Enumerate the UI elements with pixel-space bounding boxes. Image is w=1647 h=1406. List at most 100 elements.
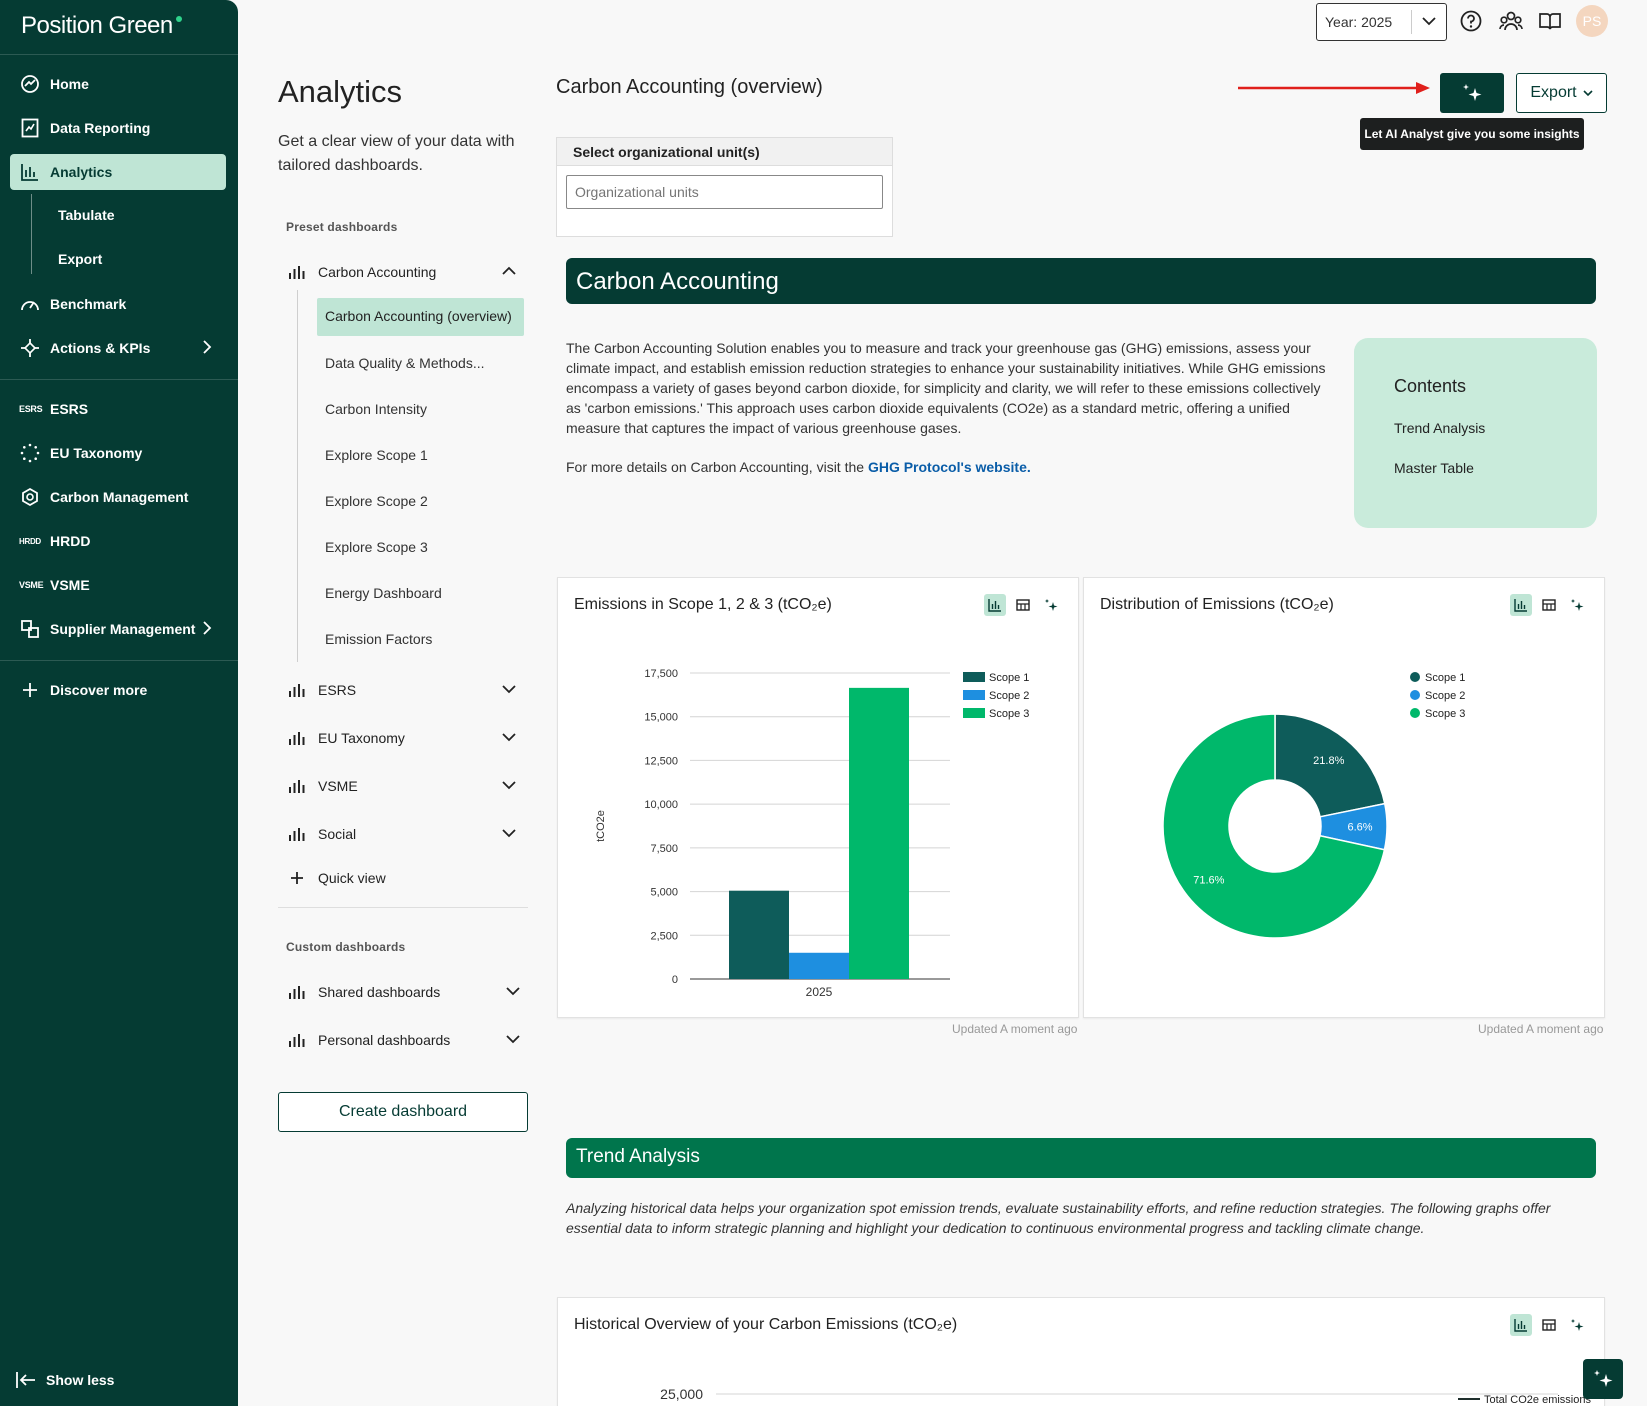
- bar-chart-icon: [289, 1034, 305, 1047]
- nav-esrs[interactable]: ESRS ESRS: [10, 391, 226, 427]
- chevron-right-icon: [202, 339, 212, 358]
- group-shared-dashboards[interactable]: Shared dashboards: [288, 980, 524, 1004]
- nav-label: VSME: [50, 577, 90, 593]
- line-chart: 25,000 Total CO2e emissions: [660, 1386, 1591, 1406]
- year-select[interactable]: Year: 2025: [1316, 3, 1447, 41]
- legend-swatch: [963, 708, 985, 718]
- chevron-up-icon: [502, 264, 516, 281]
- help-icon[interactable]: [1458, 8, 1484, 34]
- contents-link-master-table[interactable]: Master Table: [1394, 460, 1474, 476]
- ai-fab-button[interactable]: [1583, 1359, 1623, 1399]
- ai-analyst-button[interactable]: [1440, 73, 1504, 113]
- legend-swatch: [1410, 708, 1420, 718]
- nav-hrdd[interactable]: HRDD HRDD: [10, 523, 226, 559]
- group-vsme[interactable]: VSME: [288, 774, 520, 798]
- logo-text: Position Green: [21, 12, 173, 39]
- export-button[interactable]: Export: [1516, 73, 1607, 113]
- bar-chart-icon: [289, 684, 305, 697]
- dashboard-item[interactable]: Data Quality & Methods...: [325, 355, 485, 371]
- y-tick-label: 2,500: [650, 930, 678, 942]
- sparkle-icon: [1594, 1370, 1613, 1387]
- dashboard-item[interactable]: Explore Scope 2: [325, 493, 428, 509]
- section-description: The Carbon Accounting Solution enables y…: [566, 340, 1326, 436]
- ghg-protocol-link[interactable]: GHG Protocol's website.: [868, 459, 1031, 475]
- nav-benchmark[interactable]: Benchmark: [10, 286, 226, 322]
- nav-discover-more[interactable]: Discover more: [10, 672, 226, 708]
- y-tick-label: 5,000: [650, 887, 678, 899]
- dashboard-item[interactable]: Explore Scope 1: [325, 447, 428, 463]
- nav-label: Show less: [46, 1372, 115, 1388]
- chevron-down-icon: [506, 1032, 520, 1049]
- nav-label: Analytics: [50, 164, 113, 180]
- create-dashboard-button[interactable]: Create dashboard: [278, 1092, 528, 1132]
- nav-label: Supplier Management: [50, 621, 196, 637]
- bar-scope-1: [729, 890, 789, 979]
- nav-carbon-management[interactable]: Carbon Management: [10, 479, 226, 515]
- analytics-icon: [19, 161, 41, 183]
- nav-label: Benchmark: [50, 296, 127, 312]
- nav-eu-taxonomy[interactable]: EU Taxonomy: [10, 435, 226, 471]
- group-label: ESRS: [318, 682, 357, 698]
- dashboard-item[interactable]: Energy Dashboard: [325, 585, 442, 601]
- chevron-down-icon: [1421, 13, 1437, 32]
- nav-vsme[interactable]: VSME VSME: [10, 567, 226, 603]
- page-description: Get a clear view of your data with tailo…: [278, 133, 515, 174]
- bar-scope-2: [789, 952, 849, 979]
- group-personal-dashboards[interactable]: Personal dashboards: [288, 1028, 524, 1052]
- group-esrs[interactable]: ESRS: [288, 678, 520, 702]
- contents-link-trend-analysis[interactable]: Trend Analysis: [1394, 420, 1485, 436]
- bar-chart-icon: [289, 732, 305, 745]
- logo-dot: [175, 16, 182, 22]
- eu-stars-icon: [19, 442, 41, 464]
- y-tick-label: 15,000: [644, 712, 678, 724]
- nav-supplier-management[interactable]: Supplier Management: [10, 611, 226, 647]
- dashboard-item[interactable]: Explore Scope 3: [325, 539, 428, 555]
- bar-chart-icon: [289, 780, 305, 793]
- nav-home[interactable]: Home: [10, 66, 226, 102]
- legend-label: Scope 3: [1425, 708, 1465, 720]
- emissions-scope-card: Emissions in Scope 1, 2 & 3 (tCO₂e) 0 2,5…: [557, 577, 1079, 1018]
- community-icon[interactable]: [1498, 8, 1524, 34]
- org-unit-selector: Select organizational unit(s): [556, 137, 893, 237]
- plus-icon: [291, 872, 303, 884]
- chevron-down-icon: [502, 682, 516, 699]
- nav-label: Discover more: [50, 682, 148, 698]
- dashboard-item[interactable]: Emission Factors: [325, 631, 432, 647]
- nav-analytics[interactable]: Analytics: [10, 154, 226, 190]
- group-carbon-accounting[interactable]: Carbon Accounting: [288, 260, 520, 284]
- dashboard-item-active[interactable]: Carbon Accounting (overview): [317, 298, 524, 336]
- y-tick-label: 0: [672, 974, 678, 986]
- nav-export[interactable]: Export: [58, 251, 102, 267]
- group-social[interactable]: Social: [288, 822, 520, 846]
- bar-chart-icon: [289, 986, 305, 999]
- book-icon[interactable]: [1537, 8, 1563, 34]
- nav-data-reporting[interactable]: Data Reporting: [10, 110, 226, 146]
- nav-label: HRDD: [50, 533, 91, 549]
- group-label: Social: [318, 826, 357, 842]
- nav-label: Carbon Management: [50, 489, 189, 505]
- ghg-protocol-line: For more details on Carbon Accounting, v…: [566, 459, 1031, 475]
- nav-label: Home: [50, 76, 89, 92]
- legend-swatch: [963, 672, 985, 682]
- quick-view-button[interactable]: Quick view: [288, 866, 520, 890]
- avatar[interactable]: PS: [1576, 5, 1608, 37]
- custom-dashboards-label: Custom dashboards: [286, 940, 406, 954]
- slice-label: 71.6%: [1193, 874, 1224, 886]
- y-tick-label: 17,500: [644, 668, 678, 680]
- link-prefix: For more details on Carbon Accounting, v…: [566, 459, 868, 475]
- org-unit-input[interactable]: [566, 175, 883, 209]
- y-tick-label: 10,000: [644, 799, 678, 811]
- nav-actions-kpis[interactable]: Actions & KPIs: [10, 330, 226, 366]
- group-eu-taxonomy[interactable]: EU Taxonomy: [288, 726, 520, 750]
- nav-label: EU Taxonomy: [50, 445, 143, 461]
- legend-swatch: [1410, 672, 1420, 682]
- chevron-down-icon: [502, 730, 516, 747]
- nav-tabulate[interactable]: Tabulate: [58, 207, 115, 223]
- dashboard-item[interactable]: Carbon Intensity: [325, 401, 427, 417]
- y-tick-label: 12,500: [644, 755, 678, 767]
- logo[interactable]: Position Green: [21, 12, 182, 40]
- show-less-button[interactable]: Show less: [6, 1362, 222, 1398]
- legend-swatch: [963, 690, 985, 700]
- red-arrow-annotation: [1238, 82, 1430, 94]
- section-banner-trend-analysis: Trend Analysis: [566, 1138, 1596, 1178]
